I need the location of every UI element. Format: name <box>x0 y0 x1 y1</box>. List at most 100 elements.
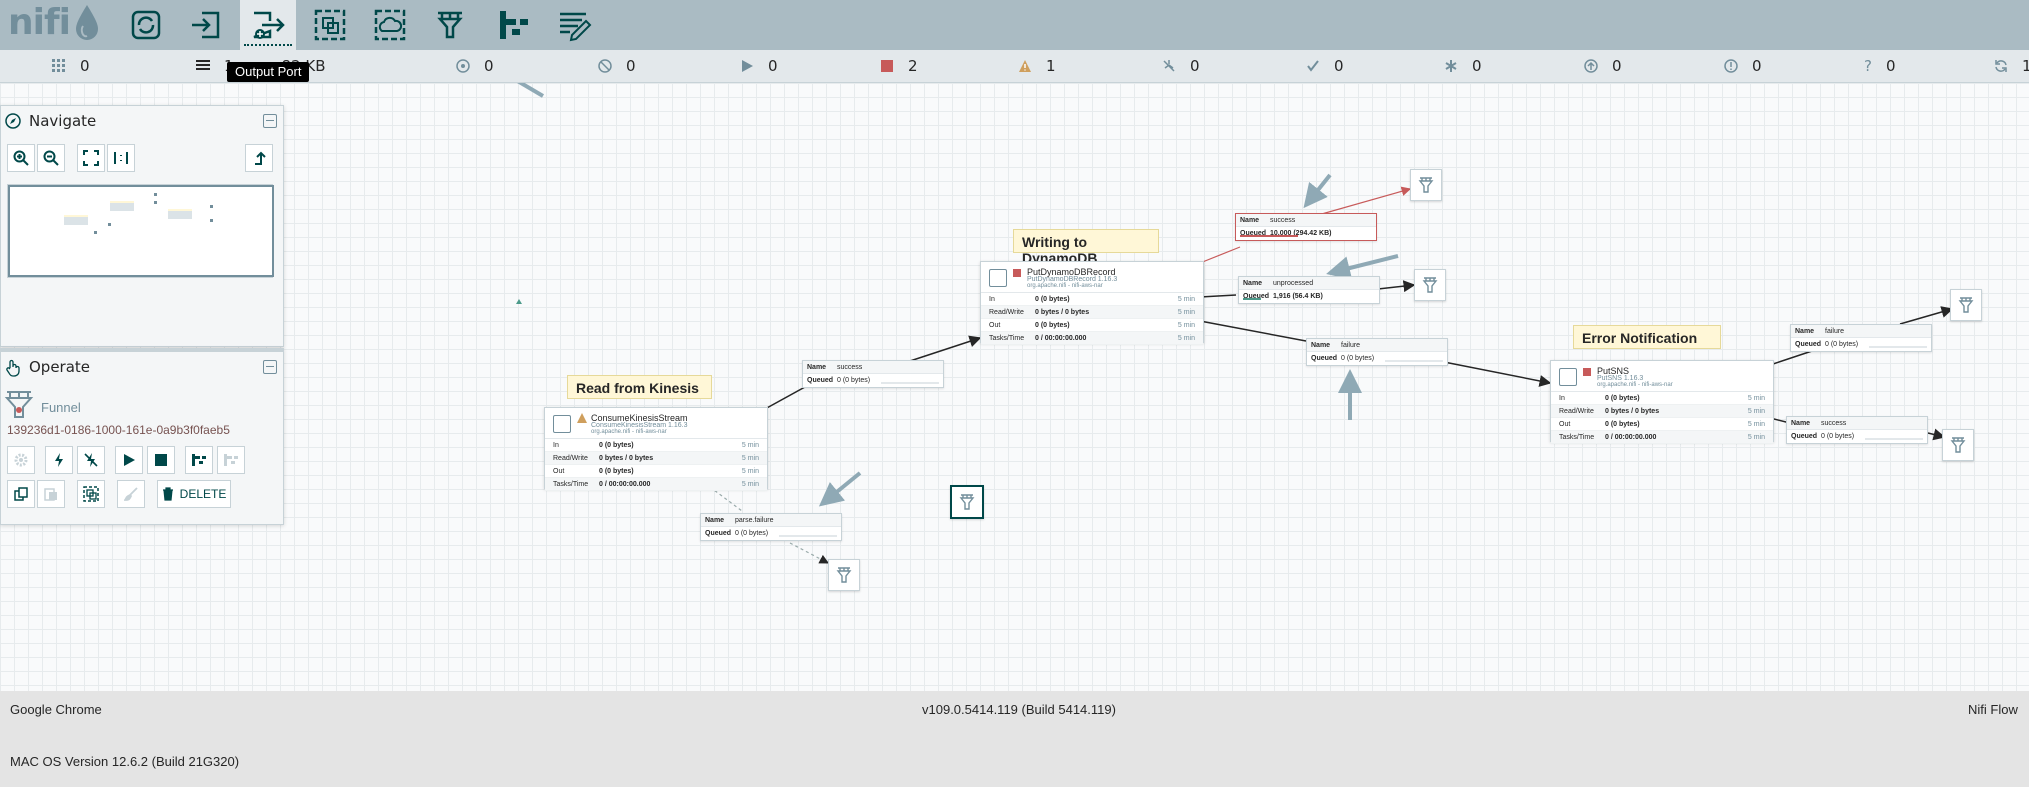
remote-process-group-button[interactable] <box>362 0 418 50</box>
processor-put-dynamodb[interactable]: PutDynamoDBRecord PutDynamoDBRecord 1.16… <box>980 261 1204 345</box>
connection-parse-failure[interactable]: Name parse.failure Queued 0 (0 bytes) <box>700 513 842 541</box>
annotation-arrow <box>516 83 545 98</box>
enable-button[interactable] <box>45 446 73 474</box>
paste-button[interactable] <box>37 480 65 508</box>
hand-pointer-icon <box>6 359 20 377</box>
template-button[interactable] <box>484 0 540 50</box>
navigate-title: Navigate <box>29 112 97 130</box>
funnel-dynamo-success[interactable] <box>1410 169 1442 201</box>
processor-put-sns[interactable]: PutSNS PutSNS 1.16.3 org.apache.nifi - n… <box>1550 360 1774 444</box>
annotation-arrow <box>1326 254 1399 280</box>
label-button[interactable] <box>546 0 602 50</box>
connection-kinesis-success[interactable]: Name success Queued 0 (0 bytes) <box>802 360 944 388</box>
create-template-button[interactable] <box>185 446 213 474</box>
connection-line[interactable] <box>1443 361 1552 387</box>
birdseye-component <box>168 209 192 219</box>
operate-title: Operate <box>29 358 91 376</box>
connection-dynamo-success[interactable]: Name success Queued 10,000 (294.42 KB) <box>1235 213 1377 241</box>
delete-button[interactable]: DELETE <box>157 480 231 508</box>
upload-template-button[interactable] <box>217 446 245 474</box>
connection-line[interactable] <box>909 335 982 362</box>
start-button[interactable] <box>115 446 143 474</box>
funnel-icon <box>1418 177 1434 193</box>
navigate-panel: Navigate <box>0 105 284 347</box>
gear-icon <box>14 453 28 467</box>
actual-size-button[interactable] <box>107 144 135 172</box>
leave-group-button[interactable] <box>245 144 273 172</box>
funnel-sns-success[interactable] <box>1942 429 1974 461</box>
output-port-button[interactable] <box>240 0 296 50</box>
actual-size-icon <box>114 152 128 164</box>
footer-app-name: Nifi Flow <box>1968 702 2018 717</box>
annotation-arrow <box>1303 173 1332 209</box>
birdseye-view[interactable] <box>7 184 274 278</box>
queue-bar <box>881 382 939 384</box>
template-icon <box>224 454 238 466</box>
selection-type: Funnel <box>41 400 81 415</box>
processor-type: PutDynamoDBRecord 1.16.3 <box>1027 276 1118 283</box>
birdseye-component <box>64 215 88 225</box>
process-group-icon <box>83 486 99 502</box>
funnel-icon <box>1958 297 1974 313</box>
birdseye-component <box>210 219 213 222</box>
up-to-date-status: 0 <box>1306 57 1344 75</box>
warning-icon <box>577 413 587 423</box>
zoom-out-icon <box>43 150 59 166</box>
birdseye-component <box>94 231 97 234</box>
group-button[interactable] <box>77 480 105 508</box>
copy-button[interactable] <box>7 480 35 508</box>
queue-bar-full <box>1240 235 1298 237</box>
fit-screen-button[interactable] <box>77 144 105 172</box>
invalid-status: 1 <box>1018 57 1056 75</box>
disable-button[interactable] <box>77 446 105 474</box>
disabled-status: 0 <box>1162 57 1200 75</box>
input-port-button[interactable] <box>178 0 234 50</box>
minimize-operate-button[interactable] <box>263 360 277 374</box>
connection-dynamo-unprocessed[interactable]: Name unprocessed Queued 1,916 (56.4 KB) <box>1238 276 1380 304</box>
connection-line[interactable] <box>1377 280 1416 293</box>
connection-line[interactable] <box>1199 294 1237 298</box>
exclamation-circle-icon <box>1724 59 1738 73</box>
process-group-icon <box>314 9 346 41</box>
configure-button[interactable] <box>7 446 35 474</box>
funnel-parse-failure[interactable] <box>828 559 860 591</box>
processor-consume-kinesis[interactable]: ConsumeKinesisStream ConsumeKinesisStrea… <box>544 407 768 491</box>
color-button[interactable] <box>117 480 145 508</box>
funnel-button[interactable] <box>422 0 478 50</box>
processor-icon <box>131 10 161 40</box>
processor-icon <box>989 269 1007 287</box>
label-read-kinesis[interactable]: Read from Kinesis <box>567 375 712 399</box>
connection-line[interactable] <box>789 542 830 564</box>
zoom-out-button[interactable] <box>37 144 65 172</box>
birdseye-viewport[interactable] <box>8 185 274 277</box>
bullseye-icon <box>456 59 470 73</box>
connection-line[interactable] <box>1199 320 1307 342</box>
zoom-in-button[interactable] <box>7 144 35 172</box>
process-group-button[interactable] <box>302 0 358 50</box>
question-icon: ? <box>1864 57 1872 75</box>
connection-dynamo-failure[interactable]: Name failure Queued 0 (0 bytes) <box>1306 338 1448 366</box>
nifi-logo: nifi <box>8 2 71 43</box>
connection-line[interactable] <box>1769 350 1813 366</box>
label-error-notification[interactable]: Error Notification <box>1573 325 1721 349</box>
connection-sns-success[interactable]: Name success Queued 0 (0 bytes) <box>1786 416 1928 444</box>
connection-line[interactable] <box>1899 306 1954 325</box>
label-write-dynamo[interactable]: Writing to DynamoDB <box>1013 229 1159 266</box>
output-port-tooltip: Output Port <box>227 62 310 82</box>
label-icon <box>560 12 592 42</box>
funnel-sns-failure[interactable] <box>1950 289 1982 321</box>
birdseye-component <box>210 205 213 208</box>
funnel-icon <box>836 567 852 583</box>
refresh-status[interactable]: 1 <box>1994 57 2029 75</box>
funnel-dynamo-unprocessed[interactable] <box>1414 269 1446 301</box>
processor-button[interactable] <box>118 0 174 50</box>
queue-bar <box>1865 438 1923 440</box>
funnel-selected[interactable] <box>950 485 984 519</box>
funnel-icon <box>1422 277 1438 293</box>
connection-line[interactable] <box>1199 246 1241 264</box>
connection-sns-failure[interactable]: Name failure Queued 0 (0 bytes) <box>1790 324 1932 352</box>
stop-button[interactable] <box>147 446 175 474</box>
flow-canvas[interactable]: Read from Kinesis Writing to DynamoDB Er… <box>0 83 2029 691</box>
minimize-navigate-button[interactable] <box>263 114 277 128</box>
birdseye-component <box>110 201 134 211</box>
